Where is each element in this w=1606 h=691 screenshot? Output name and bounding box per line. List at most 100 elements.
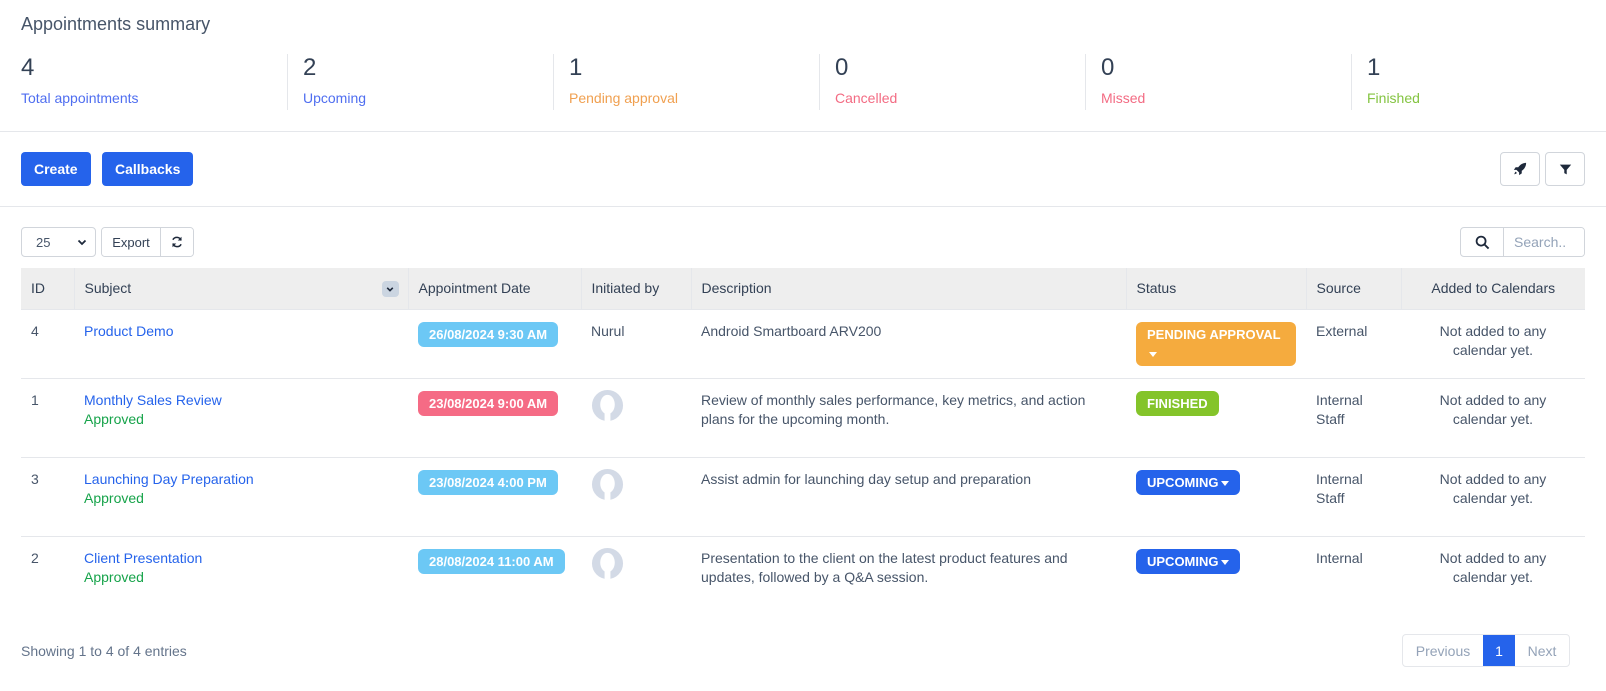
search-box (1460, 227, 1585, 257)
status-label: UPCOMING (1147, 553, 1219, 569)
page-length-select[interactable]: 25 (21, 227, 96, 257)
export-button[interactable]: Export (102, 228, 161, 256)
rocket-button[interactable] (1500, 152, 1540, 186)
page-1-button[interactable]: 1 (1483, 635, 1515, 666)
cell-source: Internal Staff (1306, 457, 1401, 537)
avatar-icon (591, 468, 624, 501)
subject-link[interactable]: Client Presentation (84, 549, 398, 568)
appointments-table: ID Subject Appointment Date Initiated by… (21, 268, 1585, 615)
cell-description: Android Smartboard ARV200 (691, 309, 1126, 379)
stat-upcoming[interactable]: 2 Upcoming (287, 54, 553, 110)
table-header-row: ID Subject Appointment Date Initiated by… (21, 268, 1585, 310)
pagination: Previous 1 Next (1402, 634, 1570, 667)
summary-stats: 4 Total appointments 2 Upcoming 1 Pendin… (21, 54, 1606, 110)
page-length-value: 25 (36, 234, 51, 250)
stat-value: 2 (303, 54, 317, 81)
column-header-id[interactable]: ID (21, 268, 75, 310)
rocket-icon (1513, 162, 1527, 176)
cell-id: 4 (21, 309, 74, 379)
column-header-status[interactable]: Status (1126, 268, 1307, 310)
column-toggle-button[interactable] (381, 281, 399, 297)
subject-link[interactable]: Launching Day Preparation (84, 470, 398, 489)
stat-value: 1 (569, 54, 583, 81)
stat-finished[interactable]: 1 Finished (1351, 54, 1606, 110)
avatar (591, 468, 624, 504)
cell-initiated-by (581, 536, 691, 615)
cell-calendar: Not added to any calendar yet. (1401, 457, 1585, 537)
cell-source: Internal Staff (1306, 378, 1401, 458)
search-icon (1475, 235, 1489, 249)
stat-label: Pending approval (569, 90, 678, 106)
cell-subject: Client Presentation Approved (74, 536, 408, 615)
subject-link[interactable]: Monthly Sales Review (84, 391, 398, 410)
subject-link[interactable]: Product Demo (84, 322, 398, 341)
reload-button[interactable] (161, 228, 193, 256)
callbacks-button[interactable]: Callbacks (102, 152, 194, 186)
previous-page-button[interactable]: Previous (1403, 635, 1483, 666)
table-controls: 25 Export (21, 227, 1585, 257)
cell-description: Presentation to the client on the latest… (701, 549, 1068, 585)
cell-calendar: Not added to any calendar yet. (1439, 549, 1547, 585)
table-row: 1 Monthly Sales Review Approved 23/08/2024 … (21, 378, 1585, 458)
cell-description: Assist admin for launching day setup and… (691, 457, 1126, 537)
export-button-group: Export (101, 227, 194, 257)
table-body: 4 Product Demo 26/08/2024 9:30 AM Nurul Andr… (21, 309, 1585, 615)
status-badge: FINISHED (1136, 390, 1219, 416)
cell-id: 2 (31, 549, 39, 566)
status-label: UPCOMING (1147, 474, 1219, 490)
status-badge[interactable]: UPCOMING (1136, 548, 1240, 574)
chevron-down-icon (77, 239, 87, 246)
filter-button[interactable] (1545, 152, 1585, 186)
entries-info: Showing 1 to 4 of 4 entries (21, 643, 187, 659)
stat-label: Cancelled (835, 90, 898, 106)
cell-id: 1 (21, 378, 74, 458)
stat-value: 0 (835, 54, 849, 81)
cell-calendar: Not added to any calendar yet. (1401, 378, 1585, 458)
refresh-icon (172, 236, 182, 248)
stat-pending-approval[interactable]: 1 Pending approval (553, 54, 819, 110)
avatar (591, 547, 624, 583)
appointment-date-badge: 23/08/2024 9:00 AM (418, 390, 559, 416)
column-header-description[interactable]: Description (691, 268, 1127, 310)
cell-status: PENDING APPROVAL (1126, 309, 1306, 379)
stat-label: Upcoming (303, 90, 367, 106)
column-header-initiated-by[interactable]: Initiated by (581, 268, 692, 310)
cell-description: Review of monthly sales performance, key… (691, 378, 1126, 458)
cell-status: UPCOMING (1126, 536, 1306, 615)
cell-source: External (1306, 309, 1401, 379)
stat-label: Total appointments (21, 90, 139, 106)
status-label: PENDING APPROVAL (1147, 326, 1281, 342)
stat-missed[interactable]: 0 Missed (1085, 54, 1351, 110)
cell-initiated-by: Nurul (581, 309, 691, 379)
stat-cancelled[interactable]: 0 Cancelled (819, 54, 1085, 110)
approval-status: Approved (84, 568, 144, 585)
column-header-source[interactable]: Source (1306, 268, 1402, 310)
chevron-down-icon (386, 287, 394, 292)
cell-initiated-by (581, 457, 691, 537)
caret-down-icon (1220, 559, 1229, 565)
caret-down-icon (1149, 351, 1157, 357)
stat-total[interactable]: 4 Total appointments (21, 54, 287, 110)
table-row: 3 Launching Day Preparation Approved 23/08/… (21, 457, 1585, 537)
column-header-label: Subject (84, 280, 132, 297)
column-header-subject[interactable]: Subject (74, 268, 409, 310)
status-badge[interactable]: UPCOMING (1136, 469, 1240, 495)
stat-value: 1 (1367, 54, 1381, 81)
column-header-added-to-calendars[interactable]: Added to Calendars (1401, 268, 1585, 310)
cell-id: 3 (21, 457, 74, 537)
cell-subject: Launching Day Preparation Approved (74, 457, 408, 537)
cell-date: 23/08/2024 4:00 PM (408, 457, 581, 537)
cell-subject: Product Demo (74, 309, 408, 379)
cell-calendar: Not added to any calendar yet. (1401, 309, 1585, 379)
status-badge[interactable]: PENDING APPROVAL (1136, 321, 1296, 366)
toolbar: Create Callbacks (0, 132, 1606, 207)
search-input[interactable] (1504, 228, 1584, 256)
search-button[interactable] (1461, 228, 1504, 256)
approval-status: Approved (84, 489, 144, 506)
cell-status: FINISHED (1126, 378, 1306, 458)
column-header-appointment-date[interactable]: Appointment Date (408, 268, 582, 310)
next-page-button[interactable]: Next (1515, 635, 1569, 666)
create-button[interactable]: Create (21, 152, 91, 186)
stat-label: Finished (1367, 90, 1420, 106)
summary-title: Appointments summary (21, 14, 211, 34)
